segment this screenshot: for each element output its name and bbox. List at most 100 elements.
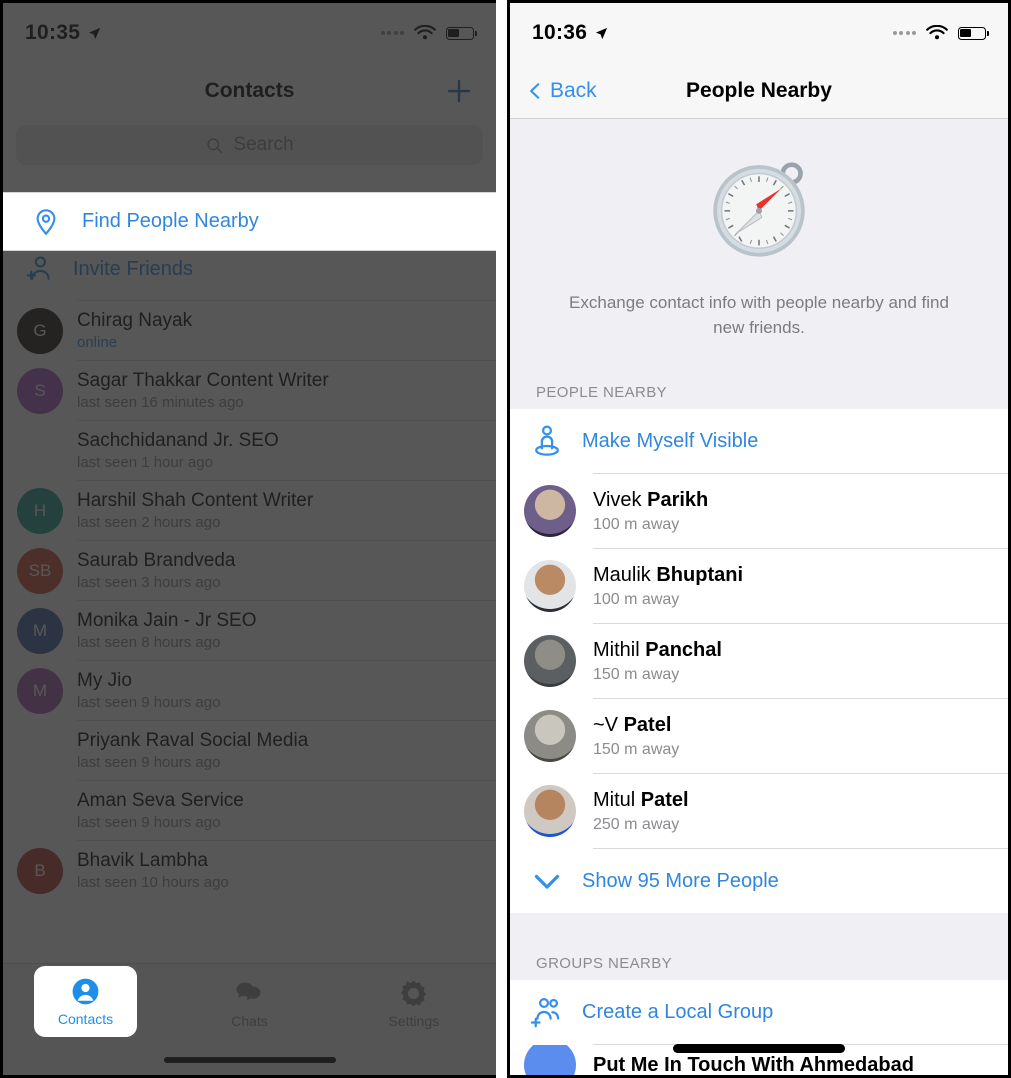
avatar: B [17,847,63,894]
contact-row[interactable]: M Monika Jain - Jr SEO last seen 8 hours a… [3,601,496,660]
contact-name: Harshil Shah Content Writer [77,490,314,511]
right-screen-people-nearby: 10:36 Back People Nearby Exchange contac… [507,0,1011,1078]
contact-status: last seen 9 hours ago [77,754,221,771]
battery-icon [446,26,477,40]
wifi-icon [414,24,436,39]
contact-row[interactable]: Sachchidanand Jr. SEO last seen 1 hour ag… [3,421,496,480]
status-bar-left-group: 10:35 [25,21,102,45]
contact-texts: Aman Seva Service last seen 9 hours ago [77,790,482,831]
tab-contacts-highlight[interactable]: Contacts [34,966,137,1037]
contact-status: last seen 16 minutes ago [77,394,244,411]
person-circle-icon [72,978,99,1005]
person-first-name: ~V [593,713,619,736]
contact-name: My Jio [77,670,132,691]
status-bar-left-group: 10:36 [532,21,609,45]
search-container: Search [3,119,496,179]
chat-bubbles-icon [236,982,261,1000]
make-myself-visible-label: Make Myself Visible [582,429,759,452]
chevron-down-icon [534,875,560,889]
location-pin-icon [36,208,56,235]
contact-name: Chirag Nayak [77,310,193,331]
signal-dots-icon [892,31,916,35]
status-bar-right-group [380,24,477,42]
contact-texts: My Jio last seen 9 hours ago [77,670,482,711]
person-row[interactable]: Mithil Panchal 150 m away [510,624,1008,698]
search-icon [207,137,223,153]
avatar: M [17,667,63,714]
search-input[interactable]: Search [16,125,483,165]
plus-icon[interactable] [444,76,474,106]
status-bar-right: 10:36 [510,3,1008,63]
people-add-icon [530,998,560,1028]
avatar: SB [17,547,63,594]
person-distance: 150 m away [593,665,680,683]
clock-time: 10:35 [25,21,81,44]
show-more-people-row[interactable]: Show 95 More People [510,849,1008,913]
people-rows-container: Vivek Parikh 100 m away Maulik Bhuptani 100… [510,474,1008,850]
person-texts: ~V Patel 150 m away [593,714,994,759]
person-name: Mithil Panchal [593,639,994,662]
contact-row[interactable]: S Sagar Thakkar Content Writer last seen 1… [3,361,496,420]
page-title: People Nearby [686,78,832,102]
invite-friends-label: Invite Friends [73,257,194,280]
gear-icon [401,979,427,1007]
home-indicator [163,1057,336,1063]
contact-texts: Bhavik Lambha last seen 10 hours ago [77,850,482,891]
people-nearby-list: Make Myself Visible Vivek Parikh 100 m aw… [510,409,1008,914]
avatar [17,728,63,774]
person-last-name: Parikh [647,488,709,511]
find-people-nearby-row[interactable]: Find People Nearby [3,192,496,251]
person-add-icon [26,256,50,280]
person-row[interactable]: Vivek Parikh 100 m away [510,474,1008,548]
create-local-group-row[interactable]: Create a Local Group [510,980,1008,1044]
group-name: Put Me In Touch With Ahmedabad [593,1053,914,1076]
avatar [524,560,576,613]
person-name: ~V Patel [593,714,994,737]
person-name: Mitul Patel [593,789,994,812]
person-first-name: Vivek [593,488,642,511]
signal-dots-icon [380,31,404,35]
person-first-name: Mitul [593,788,636,811]
contact-row[interactable]: H Harshil Shah Content Writer last seen 2 … [3,481,496,540]
search-placeholder: Search [233,134,294,155]
tab-settings[interactable]: Settings [332,964,496,1042]
person-row[interactable]: Mitul Patel 250 m away [510,774,1008,848]
contact-status: last seen 1 hour ago [77,454,213,471]
contact-status: last seen 10 hours ago [77,874,229,891]
groups-nearby-list: Create a Local Group Put Me In Touch Wit… [510,980,1008,1076]
find-people-nearby-label: Find People Nearby [82,210,259,232]
contact-name: Bhavik Lambha [77,850,208,871]
wifi-icon [926,24,948,39]
make-myself-visible-row[interactable]: Make Myself Visible [510,409,1008,473]
contact-texts: Chirag Nayak online [77,310,482,351]
avatar: M [17,607,63,654]
section-header-groups: GROUPS NEARBY [510,913,1008,981]
person-row[interactable]: ~V Patel 150 m away [510,699,1008,773]
avatar [524,1045,576,1075]
back-button-label: Back [550,78,597,102]
home-indicator [673,1044,845,1053]
avatar [524,710,576,763]
contact-row[interactable]: SB Saurab Brandveda last seen 3 hours ago [3,541,496,600]
battery-icon [958,26,989,40]
person-texts: Mithil Panchal 150 m away [593,639,994,684]
tab-contacts-highlight-label: Contacts [57,1011,114,1027]
person-row[interactable]: Maulik Bhuptani 100 m away [510,549,1008,623]
nav-bar-left: Contacts [3,63,496,119]
contact-row[interactable]: Priyank Raval Social Media last seen 9 ho… [3,721,496,780]
contact-name: Priyank Raval Social Media [77,730,309,751]
person-name: Vivek Parikh [593,489,994,512]
person-name: Maulik Bhuptani [593,564,994,587]
person-first-name: Maulik [593,563,651,586]
contact-row[interactable]: Aman Seva Service last seen 9 hours ago [3,781,496,840]
contact-row[interactable]: M My Jio last seen 9 hours ago [3,661,496,720]
person-distance: 100 m away [593,590,680,608]
status-bar-left: 10:35 [3,3,496,63]
contact-row[interactable]: G Chirag Nayak online [3,301,496,360]
status-bar-right-group [892,24,989,42]
tab-chats[interactable]: Chats [167,964,331,1042]
contact-row[interactable]: B Bhavik Lambha last seen 10 hours ago [3,841,496,900]
panel-gap [496,0,507,1078]
person-texts: Maulik Bhuptani 100 m away [593,564,994,609]
back-button[interactable]: Back [526,79,597,103]
